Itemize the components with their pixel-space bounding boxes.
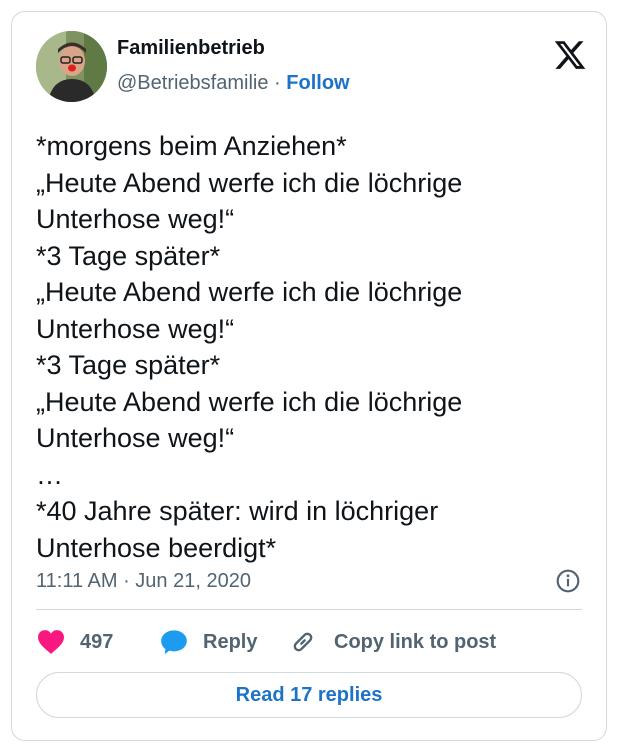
tweet-text: *morgens beim Anziehen* „Heute Abend wer… [36,128,576,566]
tweet-line: *3 Tage später* [36,350,221,380]
author-handle[interactable]: @Betriebsfamilie [117,72,268,94]
tweet-line: „Heute Abend werfe ich die löchrige [36,386,463,417]
read-replies-label: Read 17 replies [235,683,383,706]
tweet-line: *3 Tage später* [36,240,221,271]
tweet-line: Unterhose beerdigt* [36,532,277,563]
like-count: 497 [80,630,114,653]
tweet-line: *morgens beim Anziehen* [36,131,347,161]
tweet-line: *40 Jahre später: wird in löchriger [36,496,439,526]
author-name[interactable]: Familienbetrieb [117,37,265,60]
author-handle-row: @Betriebsfamilie · Follow [117,72,350,95]
tweet-line: … [36,459,63,490]
info-icon[interactable] [555,568,581,594]
tweet-line: „Heute Abend werfe ich die löchrige [36,167,463,198]
divider [36,609,582,610]
copy-link-label: Copy link to post [334,630,497,653]
tweet-line: Unterhose weg!“ [36,204,235,234]
follow-link[interactable]: Follow [286,72,349,94]
avatar-photo [36,31,107,102]
read-replies-button[interactable]: Read 17 replies [36,672,582,718]
tweet-card: Familienbetrieb @Betriebsfamilie · Follo… [11,11,607,741]
like-button[interactable]: 497 [36,629,113,655]
reply-label: Reply [203,630,258,653]
separator-dot: · [274,72,281,94]
link-icon [293,632,313,652]
tweet-line: „Heute Abend werfe ich die löchrige [36,277,463,307]
avatar[interactable] [36,31,107,102]
timestamp[interactable]: 11:11 AM · Jun 21, 2020 [36,570,251,593]
reply-button[interactable]: Reply [160,629,257,655]
heart-icon [38,630,64,654]
reply-icon [161,630,187,655]
copy-link-button[interactable]: Copy link to post [290,629,496,655]
x-logo-icon[interactable] [553,38,587,72]
tweet-line: Unterhose weg!“ [36,313,235,344]
tweet-line: Unterhose weg!“ [36,423,235,453]
